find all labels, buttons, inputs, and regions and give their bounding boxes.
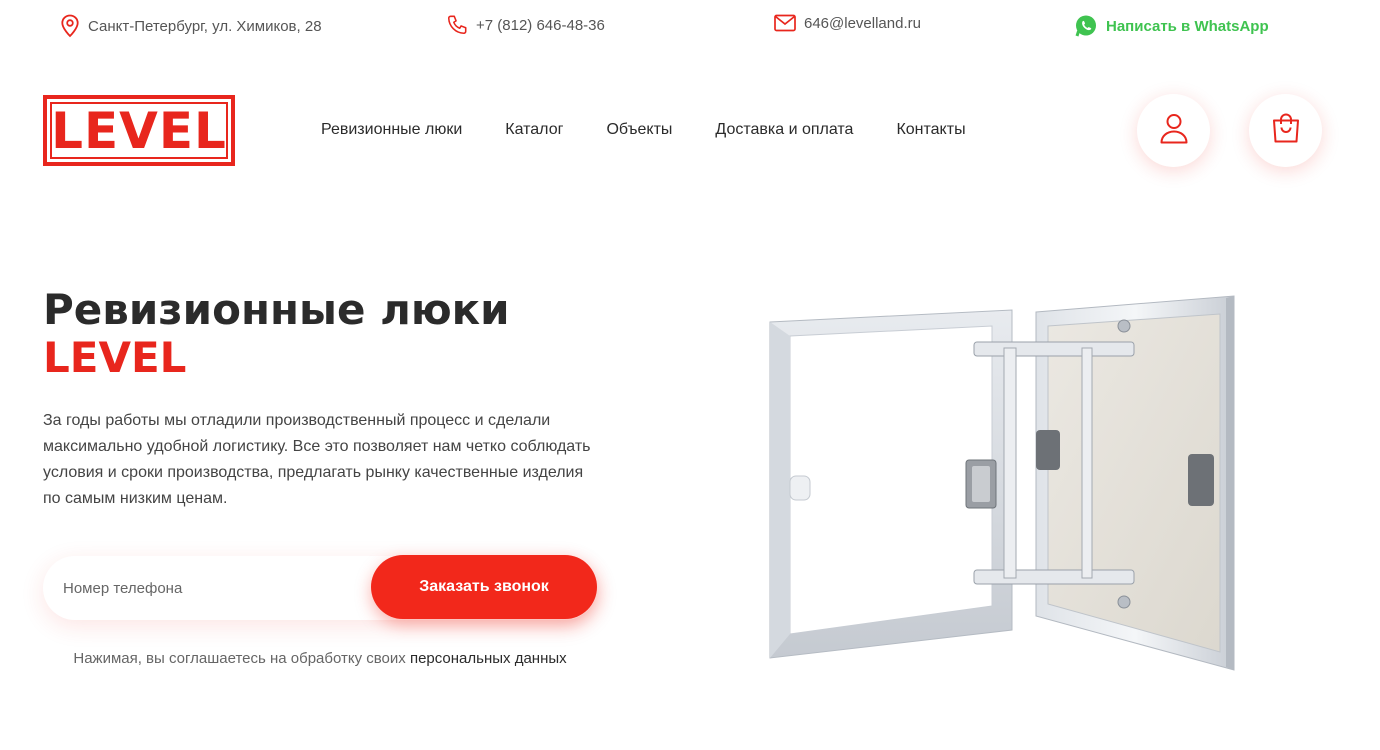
consent-text: Нажимая, вы соглашаетесь на обработку св… [73, 650, 410, 667]
mail-icon [774, 14, 796, 32]
order-call-button[interactable]: Заказать звонок [371, 555, 597, 619]
nav-item-revision-hatches[interactable]: Ревизионные люки [321, 121, 462, 139]
whatsapp-icon [1074, 14, 1098, 38]
whatsapp-label: Написать в WhatsApp [1106, 17, 1269, 35]
hero-description: За годы работы мы отладили производствен… [43, 412, 591, 507]
nav-item-contacts[interactable]: Контакты [896, 121, 965, 139]
main-nav: Ревизионные люки Каталог Объекты Доставк… [321, 121, 966, 139]
whatsapp-link[interactable]: Написать в WhatsApp [1074, 14, 1269, 38]
nav-item-delivery[interactable]: Доставка и оплата [715, 121, 853, 139]
product-image [760, 290, 1250, 680]
address-item: Санкт-Петербург, ул. Химиков, 28 [60, 14, 322, 38]
user-icon [1159, 112, 1189, 149]
top-bar: Санкт-Петербург, ул. Химиков, 28 +7 (812… [0, 0, 1380, 54]
consent-note: Нажимая, вы соглашаетесь на обработку св… [43, 648, 597, 670]
shopping-bag-icon [1271, 112, 1301, 149]
hero-title: Ревизионные люки LEVEL [43, 286, 510, 382]
hero-title-brand: LEVEL [43, 333, 187, 382]
phone-link[interactable]: +7 (812) 646-48-36 [476, 17, 605, 34]
nav-item-objects[interactable]: Объекты [606, 121, 672, 139]
address-text: Санкт-Петербург, ул. Химиков, 28 [88, 17, 322, 35]
email-item[interactable]: 646@levelland.ru [774, 14, 921, 32]
phone-input[interactable] [43, 556, 383, 620]
email-link[interactable]: 646@levelland.ru [804, 15, 921, 32]
cart-button[interactable] [1249, 94, 1322, 167]
location-pin-icon [60, 14, 80, 38]
hero-title-line1: Ревизионные люки [43, 285, 510, 334]
logo-text: LEVEL [51, 101, 227, 160]
nav-item-catalog[interactable]: Каталог [505, 121, 563, 139]
account-button[interactable] [1137, 94, 1210, 167]
callback-form: Заказать звонок [43, 555, 597, 620]
logo[interactable]: LEVEL [43, 95, 235, 166]
phone-icon [446, 14, 468, 36]
phone-item[interactable]: +7 (812) 646-48-36 [446, 14, 605, 36]
personal-data-link[interactable]: персональных данных [410, 650, 567, 667]
